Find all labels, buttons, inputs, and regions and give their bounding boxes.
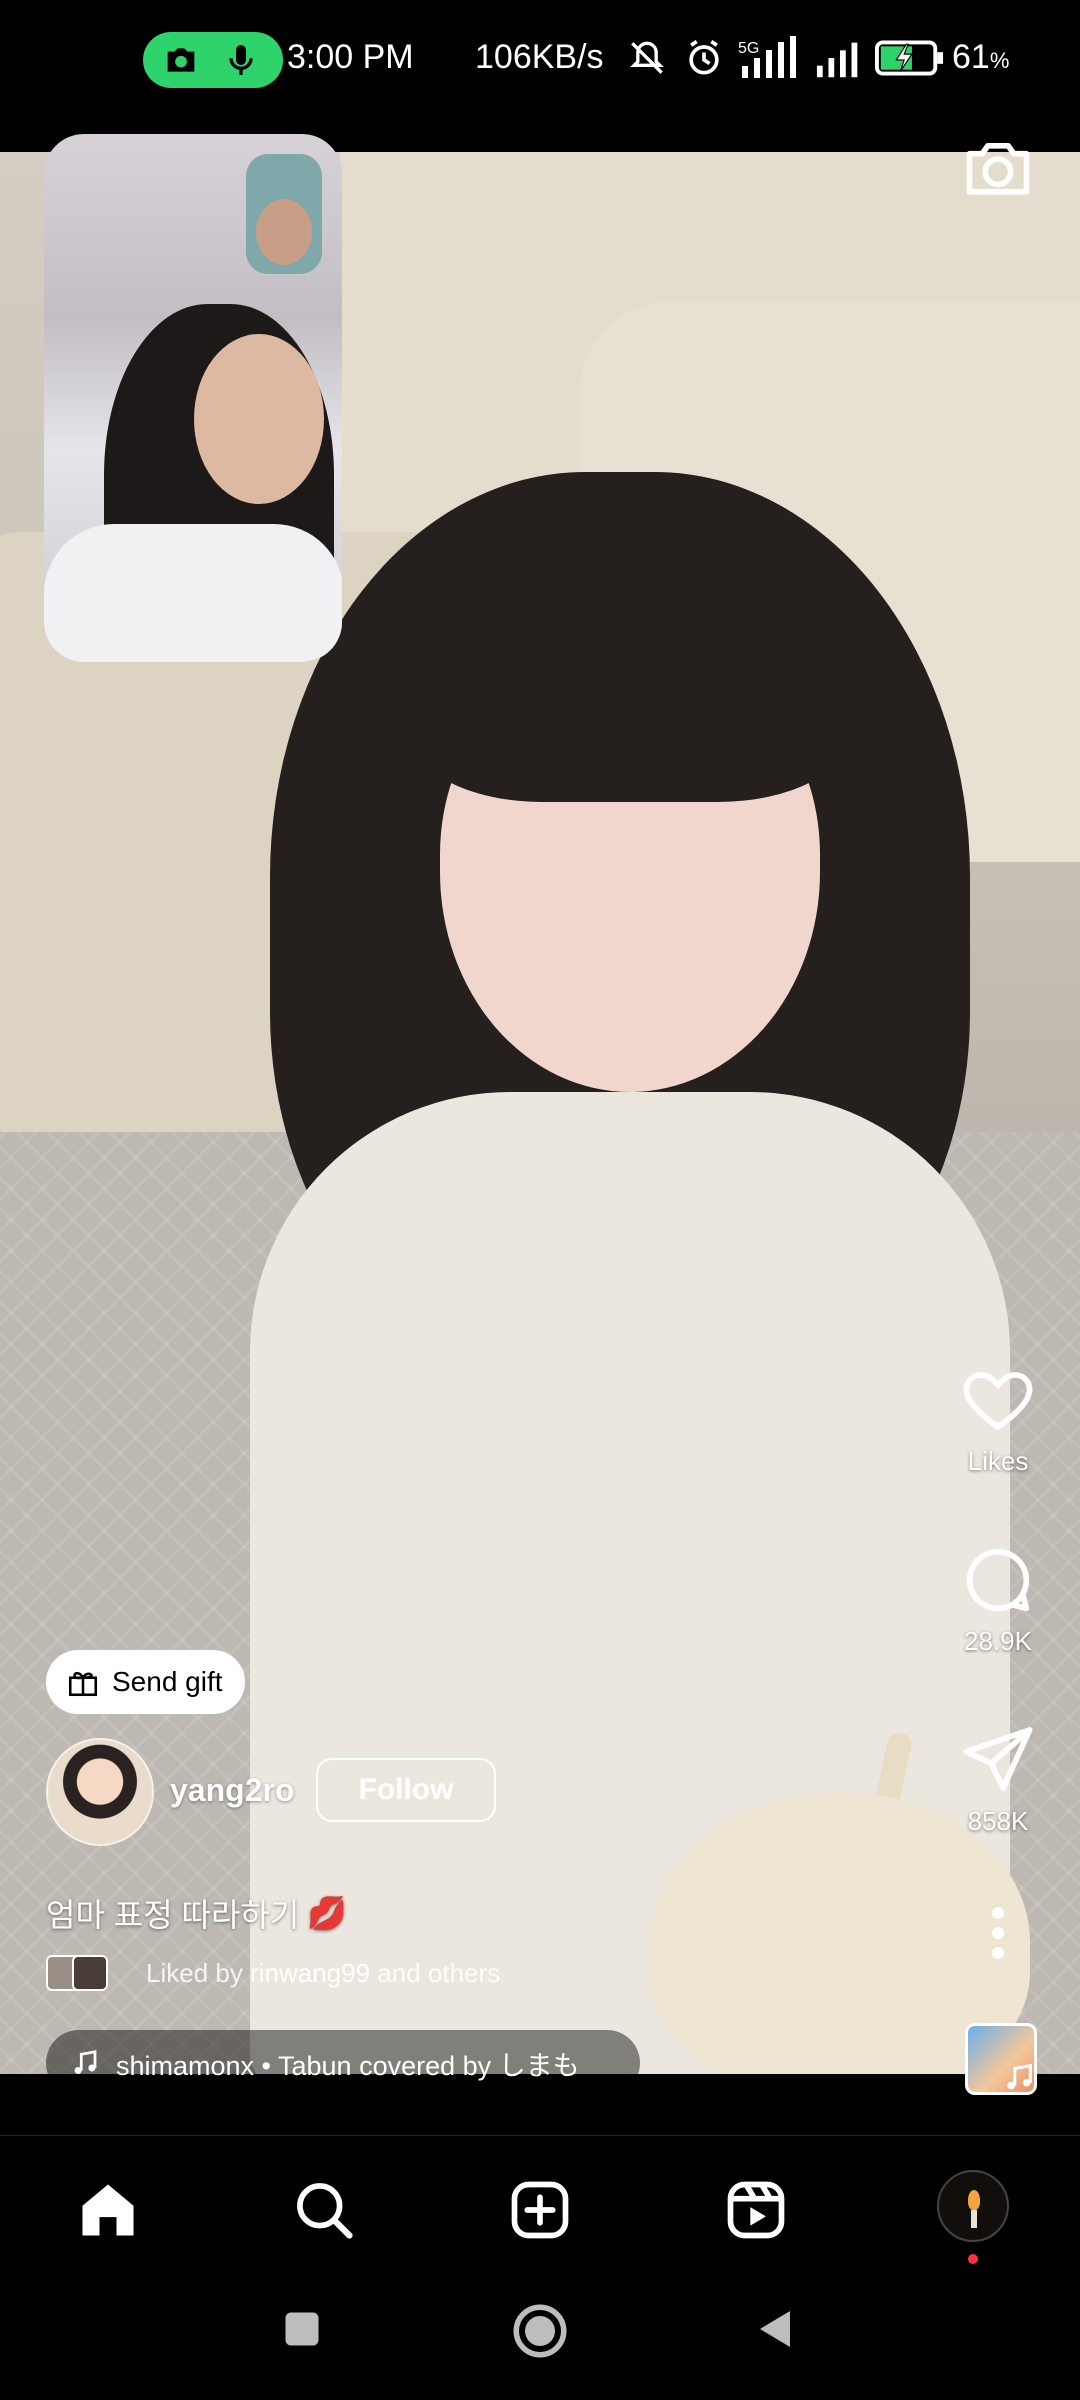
send-icon <box>963 1727 1033 1792</box>
camera-button[interactable] <box>960 130 1036 206</box>
home-icon[interactable] <box>74 2176 142 2244</box>
send-gift-label: Send gift <box>112 1666 223 1697</box>
liked-by-suffix: and others <box>377 1957 501 1988</box>
music-note-icon <box>74 2050 97 2074</box>
alarm-icon <box>689 39 719 75</box>
profile-avatar[interactable] <box>937 2170 1009 2242</box>
heart-icon <box>963 1372 1033 1431</box>
search-icon[interactable] <box>290 2176 358 2244</box>
comment-button[interactable]: 28.9K <box>938 1540 1058 1657</box>
notification-dot <box>968 2254 978 2264</box>
recents-button[interactable] <box>280 2307 324 2351</box>
pip-self-view[interactable] <box>246 154 322 274</box>
caption-text: 엄마 표정 따라하기 <box>46 1897 300 1933</box>
reels-icon[interactable] <box>722 2176 790 2244</box>
camera-icon <box>167 48 195 72</box>
back-button[interactable] <box>752 2305 800 2353</box>
bottom-nav <box>0 2135 1080 2276</box>
shares-count: 858K <box>967 1806 1029 1836</box>
liked-by-user[interactable]: rinwang99 <box>250 1958 370 1989</box>
send-gift-button[interactable]: Send gift <box>46 1650 245 1714</box>
like-button[interactable]: Likes <box>938 1360 1058 1477</box>
audio-attribution[interactable]: shimamonx • Tabun covered by しまも <box>46 2030 640 2096</box>
comment-icon <box>966 1549 1030 1612</box>
author-username[interactable]: yang2ro <box>170 1772 294 1809</box>
mic-icon <box>229 45 253 75</box>
signal-icon <box>742 36 796 78</box>
music-note-icon <box>1007 2063 1032 2090</box>
audio-thumbnail[interactable] <box>965 2023 1037 2095</box>
battery-charging-icon <box>875 40 944 76</box>
caption[interactable]: 엄마 표정 따라하기 💋 <box>46 1890 347 1936</box>
signal-icon <box>816 42 858 78</box>
network-speed: 106KB/s <box>475 38 604 76</box>
author-avatar[interactable] <box>46 1738 154 1846</box>
audio-text: shimamonx • Tabun covered by しまも <box>116 2050 580 2081</box>
liked-by-avatars <box>46 1955 126 1991</box>
comments-count: 28.9K <box>964 1626 1032 1656</box>
more-options-icon[interactable] <box>978 1905 1018 1961</box>
share-button[interactable]: 858K <box>938 1720 1058 1837</box>
status-bar: 3:00 PM 106KB/s 5G 61% <box>0 0 1080 120</box>
battery-percent: 61% <box>952 38 1010 76</box>
lips-emoji: 💋 <box>307 1895 348 1931</box>
active-call-indicator[interactable] <box>143 32 283 88</box>
video-subject <box>410 572 850 802</box>
home-button[interactable] <box>510 2301 570 2361</box>
create-icon[interactable] <box>506 2176 574 2244</box>
likes-label: Likes <box>967 1446 1029 1476</box>
pip-remote-video <box>44 524 342 662</box>
liked-by-row[interactable]: Liked by rinwang99 and others <box>46 1955 500 1991</box>
pip-video-call[interactable] <box>44 134 342 662</box>
gift-icon <box>68 1671 98 1697</box>
follow-button[interactable]: Follow <box>316 1758 496 1822</box>
pip-remote-video <box>194 334 324 504</box>
liked-by-prefix: Liked by <box>146 1957 243 1988</box>
status-time: 3:00 PM <box>287 38 414 76</box>
system-navigation-bar <box>0 2275 1080 2400</box>
mute-icon <box>630 41 664 74</box>
